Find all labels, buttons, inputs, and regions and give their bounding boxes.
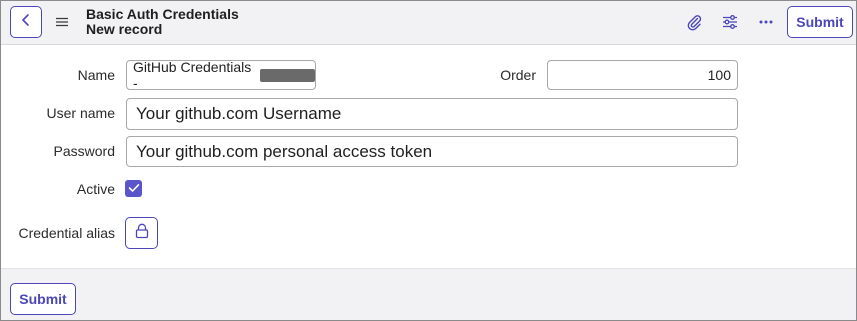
- password-label: Password: [53, 143, 115, 159]
- name-label: Name: [77, 67, 115, 83]
- back-button[interactable]: [10, 6, 42, 38]
- submit-button-footer[interactable]: Submit: [10, 283, 76, 315]
- order-field[interactable]: 100: [547, 60, 738, 90]
- checkmark-icon: [128, 180, 140, 198]
- form-window: Basic Auth Credentials New record Submit…: [0, 0, 857, 321]
- active-checkbox[interactable]: [125, 180, 142, 197]
- credential-alias-label: Credential alias: [18, 225, 116, 241]
- page-title: Basic Auth Credentials: [86, 6, 239, 22]
- password-field[interactable]: Your github.com personal access token: [126, 136, 738, 167]
- redacted-block: [260, 68, 315, 82]
- username-value: Your github.com Username: [136, 104, 342, 123]
- chevron-left-icon: [20, 13, 32, 32]
- lock-icon: [135, 223, 149, 244]
- title-block: Basic Auth Credentials New record: [86, 7, 239, 37]
- name-field[interactable]: GitHub Credentials -: [126, 59, 316, 91]
- paperclip-icon[interactable]: [684, 12, 704, 32]
- credential-alias-lookup-button[interactable]: [125, 217, 158, 249]
- form-footer: Submit: [1, 268, 856, 320]
- active-label: Active: [76, 181, 115, 197]
- username-label: User name: [46, 105, 115, 121]
- more-dots-icon[interactable]: [756, 12, 776, 32]
- page-subtitle: New record: [86, 21, 163, 37]
- order-label: Order: [500, 67, 536, 83]
- hamburger-menu-icon[interactable]: [54, 13, 70, 31]
- order-value: 100: [707, 67, 731, 83]
- username-field[interactable]: Your github.com Username: [126, 98, 738, 130]
- name-value: GitHub Credentials -: [133, 59, 252, 91]
- form-header: Basic Auth Credentials New record Submit: [1, 1, 856, 45]
- submit-button-header[interactable]: Submit: [787, 6, 853, 38]
- password-value: Your github.com personal access token: [136, 141, 433, 161]
- sliders-icon[interactable]: [720, 12, 740, 32]
